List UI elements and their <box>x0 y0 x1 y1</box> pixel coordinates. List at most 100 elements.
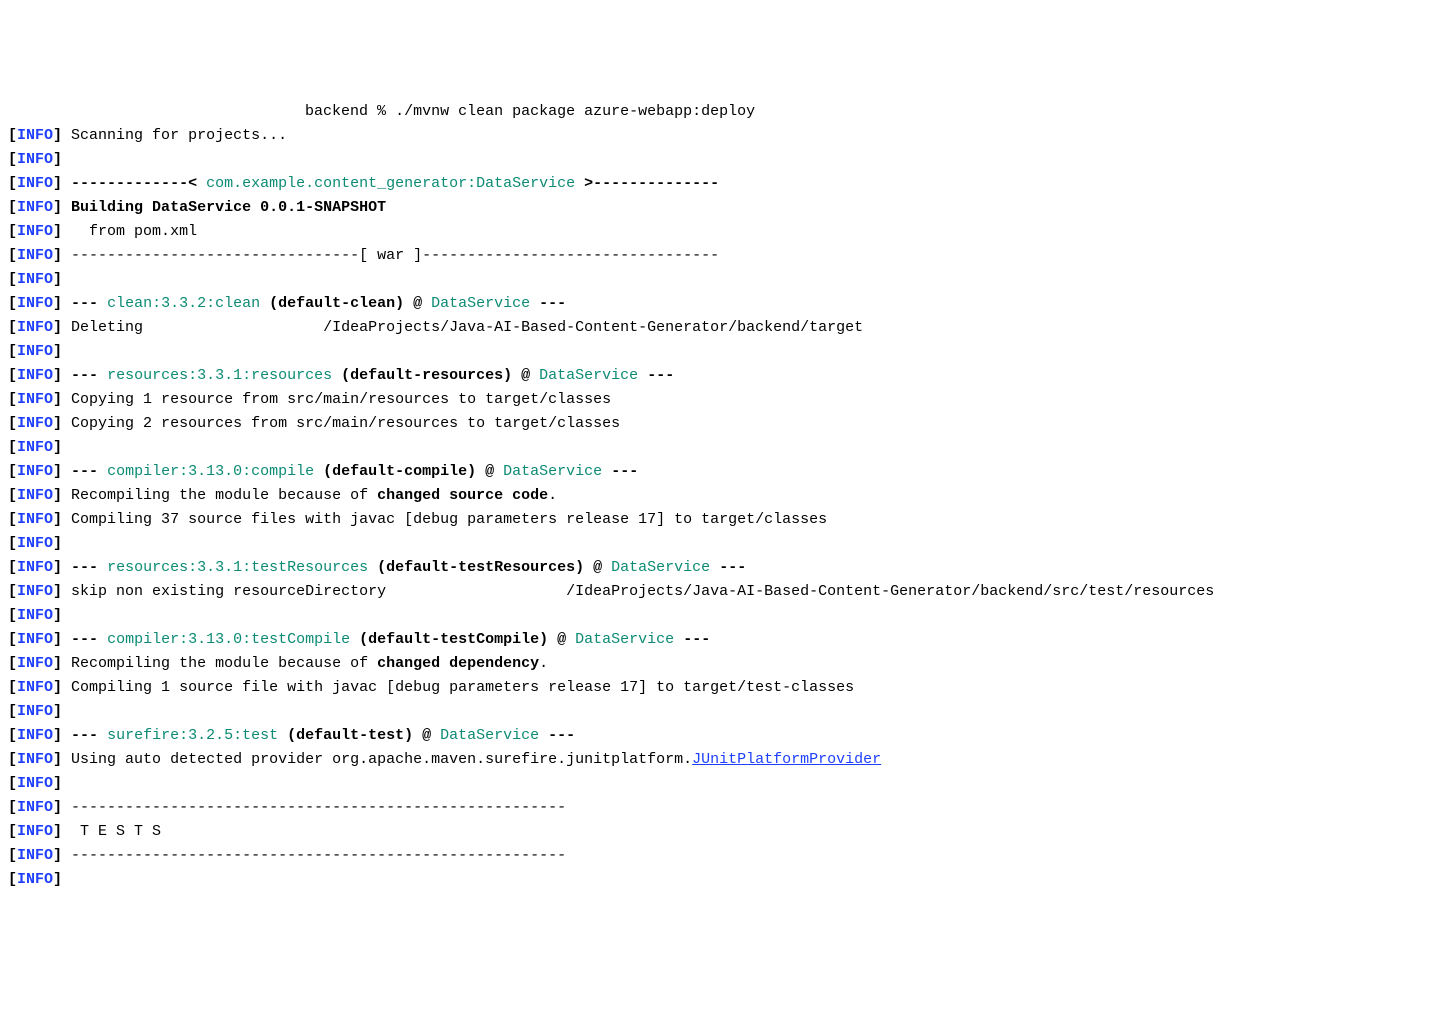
log-text-pre: Recompiling the module because of <box>71 487 377 504</box>
log-level-info: INFO <box>17 175 53 192</box>
log-line: [INFO] <box>8 340 1421 364</box>
log-line: [INFO] --------------------------------[… <box>8 244 1421 268</box>
bracket-open: [ <box>8 535 17 552</box>
provider-link[interactable]: JUnitPlatformProvider <box>692 751 881 768</box>
bracket-close: ] <box>53 415 71 432</box>
log-level-info: INFO <box>17 391 53 408</box>
log-line: [INFO] --- resources:3.3.1:testResources… <box>8 556 1421 580</box>
log-text: Copying 1 resource from src/main/resourc… <box>71 391 611 408</box>
log-line: [INFO] skip non existing resourceDirecto… <box>8 580 1421 604</box>
maven-execution: (default-test) <box>278 727 413 744</box>
log-level-info: INFO <box>17 271 53 288</box>
log-level-info: INFO <box>17 559 53 576</box>
bracket-close: ] <box>53 175 71 192</box>
bracket-open: [ <box>8 511 17 528</box>
at-symbol: @ <box>413 727 440 744</box>
bracket-open: [ <box>8 439 17 456</box>
project-header-pre: -------------< <box>71 175 206 192</box>
log-line: [INFO] Building DataService 0.0.1-SNAPSH… <box>8 196 1421 220</box>
log-line: [INFO] Compiling 37 source files with ja… <box>8 508 1421 532</box>
log-text: Compiling 37 source files with javac [de… <box>71 511 827 528</box>
bracket-close: ] <box>53 847 71 864</box>
log-level-info: INFO <box>17 415 53 432</box>
bracket-close: ] <box>53 295 71 312</box>
goal-pre: --- <box>71 631 107 648</box>
bracket-close: ] <box>53 271 71 288</box>
bracket-open: [ <box>8 295 17 312</box>
log-line: [INFO] from pom.xml <box>8 220 1421 244</box>
log-line: [INFO] Recompiling the module because of… <box>8 652 1421 676</box>
goal-pre: --- <box>71 295 107 312</box>
log-line: [INFO] --- resources:3.3.1:resources (de… <box>8 364 1421 388</box>
maven-goal: resources:3.3.1:resources <box>107 367 332 384</box>
goal-post: --- <box>638 367 674 384</box>
maven-execution: (default-compile) <box>314 463 476 480</box>
log-level-info: INFO <box>17 511 53 528</box>
log-text-pre: Using auto detected provider org.apache.… <box>71 751 692 768</box>
log-level-info: INFO <box>17 439 53 456</box>
maven-goal: compiler:3.13.0:testCompile <box>107 631 350 648</box>
bracket-open: [ <box>8 559 17 576</box>
at-symbol: @ <box>476 463 503 480</box>
log-level-info: INFO <box>17 463 53 480</box>
log-level-info: INFO <box>17 679 53 696</box>
project-coordinates: com.example.content_generator:DataServic… <box>206 175 575 192</box>
bracket-open: [ <box>8 247 17 264</box>
maven-module: DataService <box>575 631 674 648</box>
log-text-post: . <box>539 655 548 672</box>
bracket-close: ] <box>53 463 71 480</box>
goal-pre: --- <box>71 559 107 576</box>
log-line: backend % ./mvnw clean package azure-web… <box>8 100 1421 124</box>
log-level-info: INFO <box>17 199 53 216</box>
log-level-info: INFO <box>17 703 53 720</box>
log-level-info: INFO <box>17 223 53 240</box>
bracket-open: [ <box>8 871 17 888</box>
goal-pre: --- <box>71 727 107 744</box>
bracket-open: [ <box>8 631 17 648</box>
bracket-close: ] <box>53 799 71 816</box>
log-text: Copying 2 resources from src/main/resour… <box>71 415 620 432</box>
log-text: T E S T S <box>71 823 161 840</box>
log-level-info: INFO <box>17 727 53 744</box>
log-level-info: INFO <box>17 607 53 624</box>
log-line: [INFO] Copying 2 resources from src/main… <box>8 412 1421 436</box>
log-level-info: INFO <box>17 655 53 672</box>
log-text-emphasis: changed source code <box>377 487 548 504</box>
bracket-close: ] <box>53 511 71 528</box>
at-symbol: @ <box>584 559 611 576</box>
log-line: [INFO] <box>8 532 1421 556</box>
log-line: [INFO] T E S T S <box>8 820 1421 844</box>
bracket-open: [ <box>8 199 17 216</box>
bracket-open: [ <box>8 415 17 432</box>
log-line: [INFO] <box>8 700 1421 724</box>
bracket-close: ] <box>53 391 71 408</box>
log-level-info: INFO <box>17 847 53 864</box>
log-text: ----------------------------------------… <box>71 847 566 864</box>
bracket-open: [ <box>8 583 17 600</box>
bracket-open: [ <box>8 463 17 480</box>
log-line: [INFO] <box>8 268 1421 292</box>
bracket-open: [ <box>8 607 17 624</box>
command-text: backend % ./mvnw clean package azure-web… <box>8 103 755 120</box>
log-line: [INFO] <box>8 436 1421 460</box>
goal-post: --- <box>530 295 566 312</box>
log-text-bold: Building DataService 0.0.1-SNAPSHOT <box>71 199 386 216</box>
bracket-close: ] <box>53 631 71 648</box>
log-text: Deleting /IdeaProjects/Java-AI-Based-Con… <box>71 319 863 336</box>
maven-module: DataService <box>431 295 530 312</box>
log-line: [INFO] Copying 1 resource from src/main/… <box>8 388 1421 412</box>
log-text: ----------------------------------------… <box>71 799 566 816</box>
bracket-close: ] <box>53 487 71 504</box>
terminal-output: backend % ./mvnw clean package azure-web… <box>8 100 1421 892</box>
bracket-close: ] <box>53 679 71 696</box>
bracket-close: ] <box>53 559 71 576</box>
bracket-close: ] <box>53 535 71 552</box>
bracket-close: ] <box>53 439 71 456</box>
log-line: [INFO] --- surefire:3.2.5:test (default-… <box>8 724 1421 748</box>
bracket-open: [ <box>8 151 17 168</box>
log-text-emphasis: changed dependency <box>377 655 539 672</box>
log-line: [INFO] ---------------------------------… <box>8 796 1421 820</box>
bracket-close: ] <box>53 871 71 888</box>
maven-module: DataService <box>440 727 539 744</box>
bracket-open: [ <box>8 367 17 384</box>
